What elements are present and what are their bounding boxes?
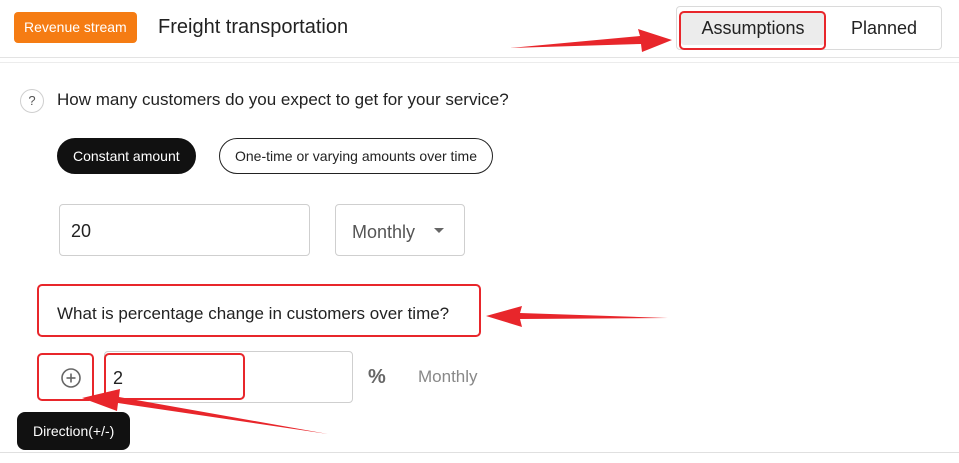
revenue-stream-badge: Revenue stream (14, 12, 137, 43)
period-select[interactable]: Monthly (335, 204, 465, 256)
arrow-to-question (486, 306, 668, 327)
direction-tooltip: Direction(+/-) (17, 412, 131, 450)
percentage-change-value: 2 (113, 368, 124, 388)
stream-title: Freight transportation (158, 16, 349, 38)
customer-amount-value: 20 (71, 221, 92, 241)
growth-period-label: Monthly (418, 367, 478, 386)
tab-assumptions[interactable]: Assumptions (681, 11, 825, 45)
customers-question: How many customers do you expect to get … (57, 90, 509, 109)
plus-circle-icon[interactable] (59, 366, 83, 390)
tab-planned[interactable]: Planned (829, 11, 939, 45)
percent-icon: % (368, 366, 386, 388)
chevron-down-icon (434, 228, 444, 233)
help-icon[interactable]: ? (20, 89, 44, 113)
bottom-divider (0, 452, 959, 453)
view-toggle-group: Assumptions Planned (676, 6, 942, 50)
percentage-change-question: What is percentage change in customers o… (57, 304, 450, 323)
percentage-change-input[interactable]: 2 (104, 351, 353, 403)
varying-amounts-option[interactable]: One-time or varying amounts over time (219, 138, 493, 174)
header-divider (0, 62, 959, 63)
constant-amount-option[interactable]: Constant amount (57, 138, 196, 174)
period-select-value: Monthly (352, 222, 416, 242)
customer-amount-input[interactable]: 20 (59, 204, 310, 256)
